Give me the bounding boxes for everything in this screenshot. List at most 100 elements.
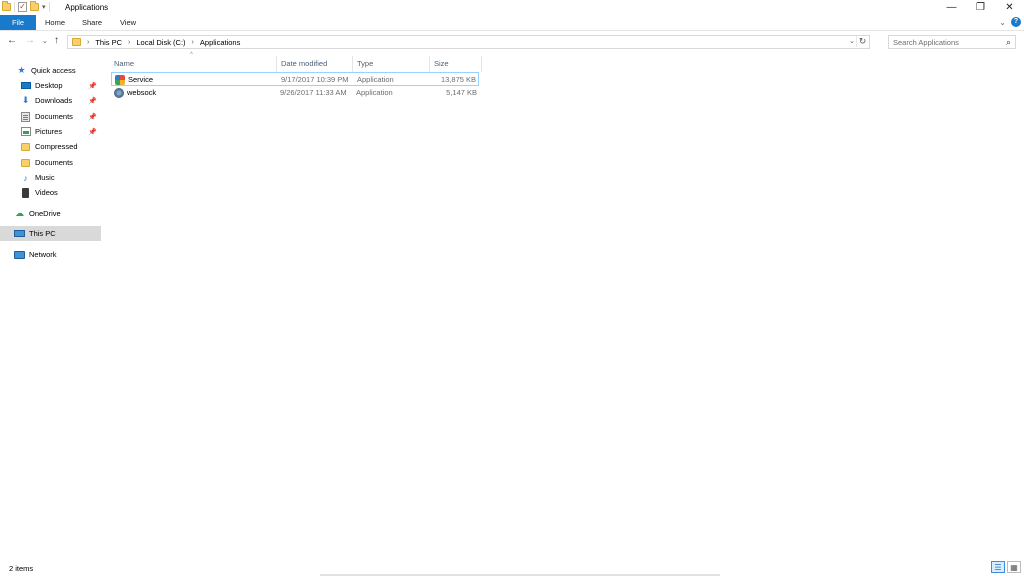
tab-view[interactable]: View xyxy=(113,15,143,30)
breadcrumb-separator-icon[interactable]: › xyxy=(192,39,194,46)
breadcrumb-local-disk[interactable]: Local Disk (C:) xyxy=(136,38,185,47)
pin-icon[interactable]: 📌 xyxy=(88,97,97,105)
ribbon-right: ⌄ ? xyxy=(999,17,1021,27)
this-pc-icon xyxy=(14,229,25,239)
tab-file[interactable]: File xyxy=(0,15,36,30)
ribbon-tabs: File Home Share View ⌄ ? xyxy=(0,15,1024,30)
file-type: Application xyxy=(356,88,393,97)
forward-arrow-icon[interactable]: → xyxy=(25,35,35,46)
file-name: websock xyxy=(127,88,157,97)
search-box[interactable]: ⌕ xyxy=(888,35,1016,49)
column-header-type[interactable]: Type xyxy=(353,56,430,72)
file-name: Service xyxy=(128,75,154,84)
breadcrumb-this-pc[interactable]: This PC xyxy=(95,38,122,47)
search-icon[interactable]: ⌕ xyxy=(1006,37,1011,48)
properties-icon[interactable]: ✓ xyxy=(18,2,27,12)
new-folder-icon[interactable] xyxy=(30,1,39,11)
breadcrumb-separator-icon[interactable]: › xyxy=(87,39,89,46)
sidebar-item-pictures[interactable]: Pictures 📌 xyxy=(0,124,101,139)
back-arrow-icon[interactable]: ← xyxy=(7,35,17,46)
sidebar-item-compressed[interactable]: Compressed xyxy=(0,139,101,154)
navigation-pane: ★ Quick access Desktop 📌 ⬇ Downloads 📌 D… xyxy=(0,52,101,560)
download-icon: ⬇ xyxy=(21,95,30,105)
sidebar-item-label: Desktop xyxy=(35,81,63,90)
star-icon: ★ xyxy=(17,65,26,75)
details-view-icon[interactable]: ☰ xyxy=(991,561,1005,573)
large-icons-view-icon[interactable]: ▦ xyxy=(1007,561,1021,573)
toolbar-divider xyxy=(14,2,15,12)
pin-icon[interactable]: 📌 xyxy=(88,113,97,121)
onedrive-icon: ☁ xyxy=(15,208,24,218)
customize-toolbar-icon[interactable]: ▾ xyxy=(42,3,46,11)
pin-icon[interactable]: 📌 xyxy=(88,128,97,136)
address-dropdown-icon[interactable]: ⌄ xyxy=(849,37,855,45)
help-icon[interactable]: ? xyxy=(1011,17,1021,27)
view-switcher: ☰ ▦ xyxy=(991,561,1021,573)
up-arrow-icon[interactable]: ↑ xyxy=(54,35,59,46)
quick-access-toolbar: ✓ ▾ xyxy=(2,1,50,12)
service-app-icon xyxy=(115,74,125,85)
breadcrumb-applications[interactable]: Applications xyxy=(200,38,240,47)
music-icon: ♪ xyxy=(23,172,28,183)
sidebar-item-label: Music xyxy=(35,173,55,182)
desktop-icon xyxy=(20,81,31,91)
window-controls: — ❐ ✕ xyxy=(937,0,1024,15)
sidebar-item-label: OneDrive xyxy=(29,209,61,218)
column-headers: Name Date modified Type Size xyxy=(110,56,482,72)
column-header-size[interactable]: Size xyxy=(430,56,482,72)
column-header-date-modified[interactable]: Date modified xyxy=(277,56,353,72)
toolbar-divider xyxy=(48,2,50,12)
sidebar-item-label: Compressed xyxy=(35,142,78,151)
sidebar-item-desktop[interactable]: Desktop 📌 xyxy=(0,78,101,93)
file-type: Application xyxy=(357,75,394,84)
sidebar-item-downloads[interactable]: ⬇ Downloads 📌 xyxy=(0,93,101,108)
websock-app-icon xyxy=(114,87,124,98)
sidebar-item-quick-access[interactable]: ★ Quick access xyxy=(0,63,101,78)
folder-icon xyxy=(72,38,81,46)
sidebar-item-onedrive[interactable]: ☁ OneDrive xyxy=(0,206,101,221)
refresh-icon[interactable]: ↻ xyxy=(856,36,868,47)
file-row[interactable]: Service 9/17/2017 10:39 PM Application 1… xyxy=(111,72,479,86)
close-icon[interactable]: ✕ xyxy=(995,0,1024,15)
search-input[interactable] xyxy=(889,36,1001,48)
sidebar-item-label: Downloads xyxy=(35,96,73,105)
tab-home[interactable]: Home xyxy=(40,15,70,30)
sidebar-item-label: Videos xyxy=(35,188,58,197)
file-size: 5,147 KB xyxy=(446,88,477,97)
folder-icon[interactable] xyxy=(2,1,11,11)
address-bar[interactable]: › This PC › Local Disk (C:) › Applicatio… xyxy=(67,35,870,49)
file-name-cell: Service xyxy=(115,73,153,86)
minimize-icon[interactable]: — xyxy=(937,0,966,15)
sidebar-item-label: This PC xyxy=(29,229,56,238)
sidebar-item-label: Documents xyxy=(35,112,73,121)
network-icon xyxy=(14,250,25,260)
tab-share[interactable]: Share xyxy=(77,15,107,30)
sidebar-item-videos[interactable]: Videos xyxy=(0,185,101,200)
window-title: Applications xyxy=(65,3,109,12)
file-name-cell: websock xyxy=(114,86,156,99)
sidebar-item-label: Quick access xyxy=(31,66,76,75)
recent-locations-icon[interactable]: ⌄ xyxy=(42,37,48,45)
documents-icon xyxy=(20,111,31,122)
sidebar-item-network[interactable]: Network xyxy=(0,247,101,262)
pictures-icon xyxy=(20,127,31,137)
expand-ribbon-icon[interactable]: ⌄ xyxy=(999,18,1006,27)
folder-icon xyxy=(20,158,31,168)
breadcrumb-separator-icon[interactable]: › xyxy=(128,39,130,46)
file-date: 9/17/2017 10:39 PM xyxy=(281,75,349,84)
column-header-name[interactable]: Name xyxy=(110,56,277,72)
sidebar-item-documents[interactable]: Documents 📌 xyxy=(0,109,101,124)
videos-icon xyxy=(20,187,31,198)
sidebar-item-documents-folder[interactable]: Documents xyxy=(0,155,101,170)
title-bar: ✓ ▾ Applications — ❐ ✕ xyxy=(0,0,1024,15)
sidebar-item-this-pc[interactable]: This PC xyxy=(0,226,101,241)
sidebar-item-music[interactable]: ♪ Music xyxy=(0,170,101,185)
folder-icon xyxy=(20,142,31,152)
pin-icon[interactable]: 📌 xyxy=(88,82,97,90)
sidebar-item-label: Documents xyxy=(35,158,73,167)
navigation-bar: ← → ⌄ ↑ › This PC › Local Disk (C:) › Ap… xyxy=(0,30,1024,52)
file-date: 9/26/2017 11:33 AM xyxy=(280,88,347,97)
file-row[interactable]: websock 9/26/2017 11:33 AM Application 5… xyxy=(111,86,479,100)
restore-icon[interactable]: ❐ xyxy=(966,0,995,15)
file-size: 13,875 KB xyxy=(440,75,476,84)
